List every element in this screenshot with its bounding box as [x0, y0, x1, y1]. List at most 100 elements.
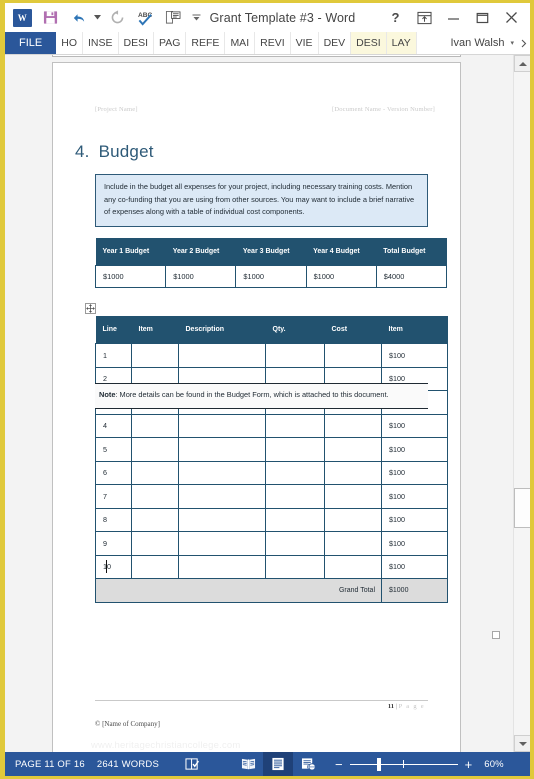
- ribbon-overflow-button[interactable]: [518, 32, 530, 54]
- table-row[interactable]: 9 $100: [95, 531, 448, 556]
- budget-line-items-table[interactable]: Line Item Description Qty. Cost Item 1 $…: [95, 316, 448, 603]
- tab-review[interactable]: REVI: [255, 32, 291, 54]
- cell-line-number[interactable]: 5: [95, 437, 132, 462]
- print-layout-icon[interactable]: [263, 752, 294, 776]
- cell-item[interactable]: [131, 554, 179, 579]
- zoom-control[interactable]: − +: [335, 758, 472, 771]
- cell-qty[interactable]: [265, 507, 325, 532]
- cell-qty[interactable]: [265, 484, 325, 509]
- cell-description[interactable]: [178, 554, 266, 579]
- cell-item-amount[interactable]: $100: [381, 484, 448, 509]
- zoom-level[interactable]: 60%: [484, 759, 504, 770]
- cell-description[interactable]: [178, 437, 266, 462]
- undo-dropdown-icon[interactable]: [93, 6, 102, 30]
- table-move-handle[interactable]: [85, 303, 96, 314]
- cell-description[interactable]: [178, 343, 266, 368]
- cell-cost[interactable]: [324, 343, 382, 368]
- table-row[interactable]: 7 $100: [95, 484, 448, 509]
- scroll-down-button[interactable]: [514, 735, 530, 752]
- tab-page-layout[interactable]: PAG: [154, 32, 187, 54]
- account-user[interactable]: Ivan Walsh ▾: [440, 32, 518, 54]
- tab-table-layout[interactable]: LAY: [386, 32, 417, 54]
- vertical-scrollbar[interactable]: [513, 55, 530, 752]
- cell-cost[interactable]: [324, 460, 382, 485]
- scroll-up-button[interactable]: [514, 55, 530, 72]
- cell-item-amount[interactable]: $100: [381, 460, 448, 485]
- cell-cost[interactable]: [324, 437, 382, 462]
- cell-line-number[interactable]: 4: [95, 413, 132, 438]
- cell-line-number[interactable]: 8: [95, 507, 132, 532]
- help-button[interactable]: ?: [381, 6, 410, 30]
- cell-cost[interactable]: [324, 554, 382, 579]
- cell-year4-budget[interactable]: $1000: [305, 265, 377, 288]
- cell-cost[interactable]: [324, 413, 382, 438]
- cell-description[interactable]: [178, 460, 266, 485]
- table-row[interactable]: 8 $100: [95, 507, 448, 532]
- proofing-errors-icon[interactable]: [177, 752, 207, 776]
- ribbon-display-options-button[interactable]: [410, 6, 439, 30]
- cell-item-amount[interactable]: $100: [381, 507, 448, 532]
- zoom-slider[interactable]: [349, 758, 458, 771]
- tab-file[interactable]: FILE: [5, 32, 57, 54]
- tab-view[interactable]: VIE: [291, 32, 319, 54]
- web-layout-icon[interactable]: [293, 752, 323, 776]
- cell-qty[interactable]: [265, 460, 325, 485]
- read-mode-icon[interactable]: [233, 752, 263, 776]
- cell-item[interactable]: [131, 413, 179, 438]
- page-indicator[interactable]: PAGE 11 OF 16: [15, 759, 97, 770]
- table-row[interactable]: 5 $100: [95, 437, 448, 462]
- cell-item[interactable]: [131, 531, 179, 556]
- table-row[interactable]: 4 $100: [95, 413, 448, 438]
- tab-references[interactable]: REFE: [186, 32, 226, 54]
- table-row[interactable]: 1 $100: [95, 343, 448, 368]
- print-preview-icon[interactable]: [160, 6, 186, 30]
- cell-item[interactable]: [131, 484, 179, 509]
- cell-item-amount[interactable]: $100: [381, 343, 448, 368]
- cell-description[interactable]: [178, 507, 266, 532]
- grand-total-value[interactable]: $1000: [381, 578, 448, 603]
- undo-icon[interactable]: [65, 6, 91, 30]
- minimize-button[interactable]: [439, 6, 468, 30]
- word-logo-icon[interactable]: W: [9, 6, 35, 30]
- cell-item[interactable]: [131, 437, 179, 462]
- cell-description[interactable]: [178, 531, 266, 556]
- cell-line-number[interactable]: 10: [95, 554, 132, 579]
- document-page[interactable]: [Project Name] [Document Name - Version …: [52, 62, 500, 752]
- cell-line-number[interactable]: 1: [95, 343, 132, 368]
- cell-cost[interactable]: [324, 507, 382, 532]
- cell-qty[interactable]: [265, 531, 325, 556]
- tab-home[interactable]: HO: [56, 32, 83, 54]
- cell-line-number[interactable]: 9: [95, 531, 132, 556]
- cell-qty[interactable]: [265, 554, 325, 579]
- zoom-in-button[interactable]: +: [465, 758, 473, 771]
- cell-total-budget[interactable]: $4000: [375, 265, 448, 288]
- table-row[interactable]: 10 $100: [95, 554, 448, 579]
- save-icon[interactable]: [37, 6, 63, 30]
- cell-item[interactable]: [131, 343, 179, 368]
- table-row[interactable]: $1000 $1000 $1000 $1000 $4000: [94, 265, 448, 288]
- cell-line-number[interactable]: 6: [95, 460, 132, 485]
- budget-summary-table[interactable]: Year 1 Budget Year 2 Budget Year 3 Budge…: [94, 238, 448, 288]
- redo-icon[interactable]: [104, 6, 130, 30]
- cell-qty[interactable]: [265, 343, 325, 368]
- table-row[interactable]: 6 $100: [95, 460, 448, 485]
- tab-design[interactable]: DESI: [119, 32, 155, 54]
- zoom-slider-thumb[interactable]: [376, 758, 381, 771]
- tab-insert[interactable]: INSE: [83, 32, 119, 54]
- zoom-out-button[interactable]: −: [335, 758, 343, 771]
- word-count[interactable]: 2641 WORDS: [97, 759, 177, 770]
- cell-item-amount[interactable]: $100: [381, 413, 448, 438]
- cell-year2-budget[interactable]: $1000: [165, 265, 237, 288]
- cell-year1-budget[interactable]: $1000: [94, 265, 167, 288]
- cell-item[interactable]: [131, 507, 179, 532]
- close-button[interactable]: [497, 6, 526, 30]
- cell-year3-budget[interactable]: $1000: [235, 265, 307, 288]
- cell-item-amount[interactable]: $100: [381, 437, 448, 462]
- spelling-grammar-icon[interactable]: ABC: [132, 6, 158, 30]
- cell-cost[interactable]: [324, 531, 382, 556]
- cell-description[interactable]: [178, 413, 266, 438]
- table-total-row[interactable]: Grand Total $1000: [95, 578, 448, 603]
- cell-item-amount[interactable]: $100: [381, 554, 448, 579]
- cell-cost[interactable]: [324, 484, 382, 509]
- tab-table-design[interactable]: DESI: [351, 32, 387, 54]
